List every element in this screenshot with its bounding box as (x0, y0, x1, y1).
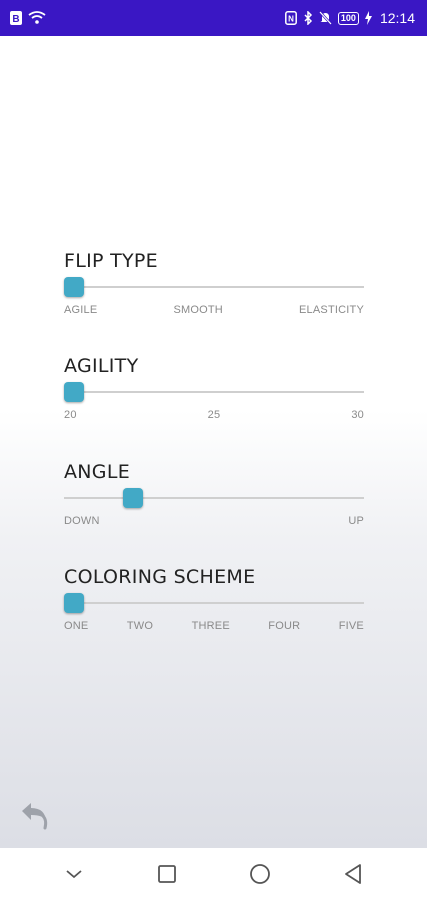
agility-setting: AGILITY 20 25 30 (64, 355, 364, 421)
coloring-scheme-slider-thumb[interactable] (64, 593, 84, 613)
battery-level: 100 (340, 12, 356, 23)
system-nav-bar (0, 848, 427, 900)
tick-label: FIVE (338, 620, 364, 632)
bluetooth-icon (303, 11, 313, 25)
settings-panel: FLIP TYPE AGILE SMOOTH ELASTICITY AGILIT… (0, 36, 427, 848)
notification-b-icon: B (10, 11, 22, 25)
charging-icon (364, 11, 372, 25)
wifi-icon (28, 11, 46, 25)
tick-label: 20 (64, 409, 77, 421)
mute-icon (319, 11, 332, 25)
agility-slider-track[interactable] (64, 391, 364, 393)
tick-label: TWO (126, 620, 154, 632)
tick-label: 25 (207, 409, 221, 421)
tick-label: ONE (64, 620, 89, 632)
nfc-icon: N (284, 11, 297, 25)
home-circle-icon[interactable] (246, 860, 274, 888)
coloring-scheme-labels: ONE TWO THREE FOUR FIVE (64, 620, 364, 632)
coloring-scheme-setting: COLORING SCHEME ONE TWO THREE FOUR FIVE (64, 566, 364, 632)
agility-slider-thumb[interactable] (64, 382, 84, 402)
chevron-down-icon[interactable] (60, 860, 88, 888)
battery-icon: 100 (337, 11, 359, 25)
coloring-scheme-slider-track[interactable] (64, 602, 364, 604)
angle-slider-track[interactable] (64, 497, 364, 499)
tick-label: SMOOTH (173, 304, 223, 316)
tick-label: 30 (351, 409, 364, 421)
tick-label: UP (348, 515, 364, 527)
angle-setting: ANGLE DOWN UP (64, 461, 364, 527)
status-bar: B N 100 12:14 (0, 0, 427, 36)
agility-labels: 20 25 30 (64, 409, 364, 421)
recents-square-icon[interactable] (153, 860, 181, 888)
angle-title: ANGLE (64, 461, 131, 483)
undo-icon[interactable] (18, 802, 50, 830)
tick-label: DOWN (64, 515, 100, 527)
tick-label: FOUR (268, 620, 301, 632)
tick-label: AGILE (64, 304, 98, 316)
status-time: 12:14 (379, 10, 415, 26)
flip-type-slider-thumb[interactable] (64, 277, 84, 297)
agility-title: AGILITY (64, 355, 139, 377)
flip-type-labels: AGILE SMOOTH ELASTICITY (64, 304, 364, 316)
angle-labels: DOWN UP (64, 515, 364, 527)
flip-type-slider-track[interactable] (64, 286, 364, 288)
svg-text:B: B (12, 14, 19, 25)
flip-type-setting: FLIP TYPE AGILE SMOOTH ELASTICITY (64, 250, 364, 316)
angle-slider-thumb[interactable] (122, 488, 143, 508)
flip-type-title: FLIP TYPE (64, 250, 158, 272)
tick-label: THREE (191, 620, 230, 632)
back-triangle-icon[interactable] (339, 860, 367, 888)
tick-label: ELASTICITY (299, 304, 364, 316)
coloring-scheme-title: COLORING SCHEME (64, 566, 256, 588)
svg-text:N: N (288, 15, 294, 24)
